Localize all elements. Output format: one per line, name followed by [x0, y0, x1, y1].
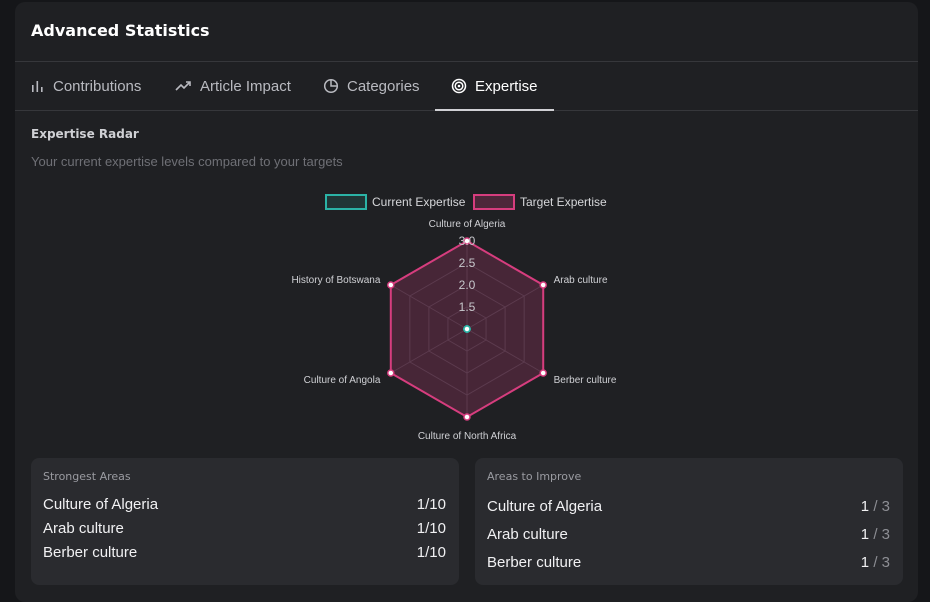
separator: /: [873, 554, 878, 571]
area-score: 1/10: [416, 544, 446, 561]
tab-contributions[interactable]: Contributions: [31, 62, 141, 110]
list-item: Arab culture 1 / 3: [487, 526, 890, 543]
target-icon: [451, 78, 467, 94]
area-name: Culture of Algeria: [43, 496, 159, 513]
card-title: Areas to Improve: [487, 470, 582, 483]
list-item: Arab culture 1/10: [43, 520, 446, 537]
target-level: 3: [881, 498, 890, 515]
bar-chart-icon: [32, 81, 43, 92]
target-level: 3: [881, 526, 890, 543]
legend-label: Target Expertise: [520, 195, 607, 209]
area-name: Culture of Algeria: [487, 498, 603, 515]
area-name: Berber culture: [43, 544, 138, 561]
radar-category-label: Culture of North Africa: [418, 431, 517, 442]
area-progress: 1 / 3: [861, 554, 890, 571]
list-item: Culture of Algeria 1/10: [43, 496, 446, 513]
radar-point: [539, 281, 547, 289]
target-level: 3: [881, 554, 890, 571]
tab-expertise[interactable]: Expertise: [435, 62, 554, 111]
area-progress: 1 / 3: [861, 526, 890, 543]
radar-point: [387, 281, 395, 289]
radar-tick-label: 2.0: [459, 278, 476, 292]
tab-label: Article Impact: [200, 77, 291, 95]
section-title: Expertise Radar: [31, 127, 139, 141]
area-score: 1/10: [416, 520, 446, 537]
current-level: 1: [860, 526, 870, 543]
radar-point: [387, 369, 395, 377]
tab-label: Contributions: [53, 77, 142, 95]
area-name: Arab culture: [43, 520, 124, 537]
radar-category-label: Berber culture: [554, 375, 617, 386]
radar-point: [463, 325, 471, 333]
expertise-radar-chart: Current Expertise Target Expertise 1.5 2.0 2…: [291, 194, 617, 442]
areas-to-improve-card: Areas to Improve Culture of Algeria 1 / …: [475, 458, 903, 585]
radar-tick-label: 2.5: [459, 256, 476, 270]
legend-swatch: [473, 194, 515, 210]
radar-category-label: History of Botswana: [291, 275, 380, 286]
list-item: Berber culture 1 / 3: [487, 554, 890, 571]
radar-category-label: Culture of Angola: [304, 375, 381, 386]
current-level: 1: [860, 554, 870, 571]
list-item: Berber culture 1/10: [43, 544, 446, 561]
radar-category-label: Culture of Algeria: [429, 219, 506, 230]
radar-category-label: Arab culture: [554, 275, 608, 286]
tab-article-impact[interactable]: Article Impact: [175, 62, 291, 110]
separator: /: [873, 498, 878, 515]
section-subtitle: Your current expertise levels compared t…: [31, 154, 343, 169]
legend-label: Current Expertise: [372, 195, 466, 209]
separator: /: [873, 526, 878, 543]
area-score: 1/10: [416, 496, 446, 513]
pie-chart-icon: [323, 78, 339, 94]
area-name: Arab culture: [487, 526, 568, 543]
tab-categories[interactable]: Categories: [323, 62, 420, 110]
tab-label: Categories: [347, 77, 420, 95]
area-progress: 1 / 3: [861, 498, 890, 515]
current-level: 1: [860, 498, 870, 515]
trending-up-icon: [175, 81, 191, 91]
tab-label: Expertise: [475, 77, 538, 95]
card-title: Strongest Areas: [43, 470, 131, 483]
radar-point: [539, 369, 547, 377]
area-name: Berber culture: [487, 554, 582, 571]
list-item: Culture of Algeria 1 / 3: [487, 498, 890, 515]
radar-tick-label: 1.5: [459, 300, 476, 314]
strongest-areas-card: Strongest Areas Culture of Algeria 1/10 …: [31, 458, 459, 585]
legend-swatch: [325, 194, 367, 210]
tab-bar: Contributions Article Impact Categories …: [15, 61, 918, 111]
panel-title: Advanced Statistics: [31, 21, 210, 40]
radar-point: [463, 413, 471, 421]
advanced-statistics-panel: Advanced Statistics Contributions Articl…: [15, 2, 918, 602]
radar-tick-label: 3.0: [459, 234, 476, 248]
